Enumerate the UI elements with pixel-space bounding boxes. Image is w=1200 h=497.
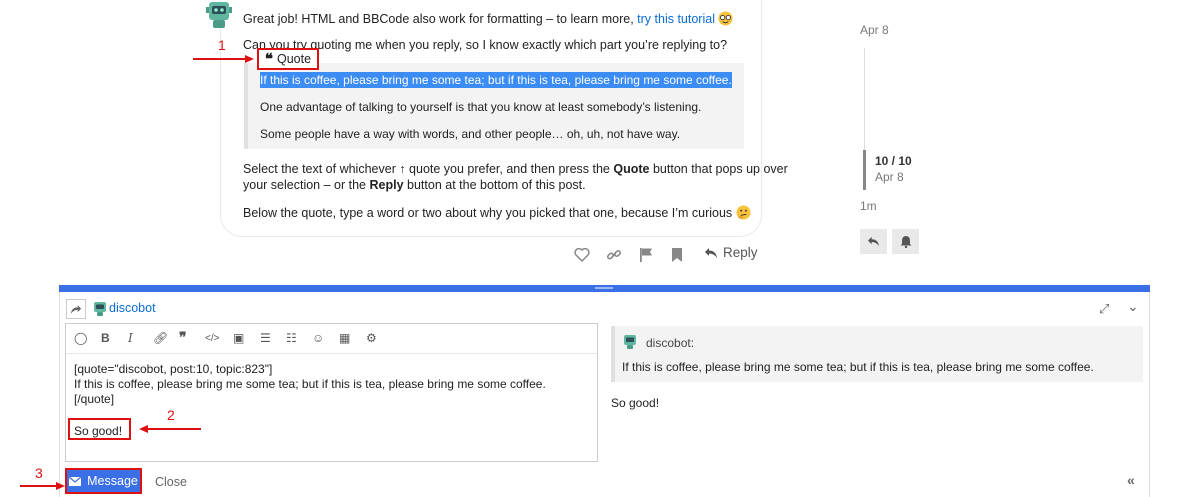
annotation-arrowhead-3	[56, 482, 65, 490]
quote-button-label: Quote	[277, 52, 312, 66]
instruction-text-a: Select the text of whichever ↑ quote you…	[243, 162, 610, 176]
bell-icon	[900, 236, 911, 248]
instruction-line-1: Select the text of whichever ↑ quote you…	[243, 162, 788, 176]
discobot-avatar[interactable]	[204, 0, 234, 30]
timeline-position: 10 / 10	[875, 154, 912, 168]
close-composer-link[interactable]: Close	[155, 475, 187, 489]
bold-icon[interactable]: B	[101, 331, 110, 345]
preview-quote-author: discobot:	[646, 336, 695, 350]
selected-quote-text[interactable]: If this is coffee, please bring me some …	[260, 72, 732, 88]
instruction-line-2: your selection – or the Reply button at …	[243, 178, 586, 192]
discobot-small-avatar	[94, 302, 106, 316]
reply-target-user[interactable]: discobot	[109, 301, 156, 315]
instruction-text-c: your selection – or the	[243, 178, 366, 192]
preview-reply-text: So good!	[611, 396, 660, 410]
quote-marks-icon: ❝	[264, 49, 273, 68]
post-intro-line: Great job! HTML and BBCode also work for…	[243, 11, 733, 26]
editor-line-quote-body: If this is coffee, please bring me some …	[74, 377, 546, 391]
emoji-icon[interactable]: ☺	[312, 331, 324, 345]
timeline-handle[interactable]	[863, 150, 866, 190]
blockquote-icon[interactable]: ❞	[179, 329, 187, 346]
quote-option-3[interactable]: Some people have a way with words, and o…	[260, 127, 680, 141]
reply-text-highlight	[68, 418, 131, 440]
annotation-number-3: 3	[35, 465, 43, 481]
editor-line-quote-close: [/quote]	[74, 392, 115, 406]
post-intro-text: Great job! HTML and BBCode also work for…	[243, 12, 634, 26]
preview-discobot-avatar	[624, 335, 636, 349]
editor-toolbar: ◯ B I 🔗︎ ❞ </> ▣ ☰ ☷ ☺ ▦ ⚙	[66, 324, 597, 354]
preview-quote-text: If this is coffee, please bring me some …	[622, 360, 1094, 374]
curious-line: Below the quote, type a word or two abou…	[243, 205, 751, 220]
curious-text: Below the quote, type a word or two abou…	[243, 206, 733, 220]
composer-action-button[interactable]	[66, 299, 86, 319]
instruction-reply-word: Reply	[369, 178, 404, 192]
send-message-label: Message	[87, 474, 138, 488]
link-icon[interactable]	[606, 247, 622, 263]
calendar-icon[interactable]: ▦	[339, 331, 350, 345]
reply-arrow-icon	[868, 236, 879, 247]
collapse-chevron-down-icon[interactable]: ⌄	[1127, 298, 1139, 315]
nerd-face-emoji-icon	[718, 11, 733, 26]
code-icon[interactable]: </>	[205, 333, 219, 344]
annotation-arrowhead-1	[245, 55, 254, 63]
quote-option-2[interactable]: One advantage of talking to yourself is …	[260, 100, 701, 114]
composer-editor[interactable]: ◯ B I 🔗︎ ❞ </> ▣ ☰ ☷ ☺ ▦ ⚙ [quote="disco…	[65, 323, 598, 462]
quote-options-block: If this is coffee, please bring me some …	[244, 63, 744, 149]
instruction-text-d: button at the bottom of this post.	[407, 178, 586, 192]
bulleted-list-icon[interactable]: ☰	[260, 331, 271, 345]
like-heart-icon[interactable]	[574, 247, 590, 262]
tutorial-link[interactable]: try this tutorial	[637, 12, 715, 26]
timeline-top-date[interactable]: Apr 8	[860, 23, 889, 37]
editor-line-quote-open: [quote="discobot, post:10, topic:823"]	[74, 362, 273, 376]
bookmark-icon[interactable]	[671, 247, 683, 263]
annotation-number-2: 2	[167, 407, 175, 423]
send-message-button[interactable]: Message	[65, 468, 142, 494]
post-reply-button[interactable]: Reply	[704, 245, 758, 260]
image-upload-icon[interactable]: ▣	[233, 331, 244, 345]
reply-arrow-icon	[705, 247, 717, 258]
flag-icon[interactable]	[639, 247, 653, 263]
share-arrow-icon	[70, 304, 82, 314]
gear-icon[interactable]: ⚙	[366, 331, 377, 345]
quote-option-1[interactable]: If this is coffee, please bring me some …	[260, 72, 732, 88]
speech-bubble-icon[interactable]: ◯	[74, 331, 87, 345]
composer-grip-handle[interactable]	[595, 287, 613, 289]
quote-popup-button[interactable]: ❝ Quote	[257, 48, 319, 70]
instruction-quote-word: Quote	[613, 162, 650, 176]
annotation-arrowhead-2	[139, 425, 148, 433]
timeline-age[interactable]: 1m	[860, 199, 877, 213]
notification-bell-button[interactable]	[892, 229, 919, 254]
timeline-current-date: Apr 8	[875, 170, 904, 184]
annotation-arrow-1	[193, 58, 245, 60]
instruction-text-b: button that pops up over	[652, 162, 788, 176]
fullscreen-expand-icon[interactable]: ⤢	[1099, 301, 1109, 317]
envelope-icon	[69, 476, 82, 486]
post-reply-label: Reply	[723, 245, 758, 260]
numbered-list-icon[interactable]: ☷	[286, 331, 297, 345]
annotation-arrow-2	[148, 428, 201, 430]
italic-icon[interactable]: I	[128, 331, 133, 345]
thinking-face-emoji-icon	[736, 205, 751, 220]
timeline-reply-button[interactable]	[860, 229, 887, 254]
hyperlink-icon[interactable]: 🔗︎	[153, 331, 168, 345]
annotation-arrow-3	[20, 485, 56, 487]
annotation-number-1: 1	[218, 37, 226, 53]
collapse-preview-icon[interactable]: «	[1127, 472, 1135, 488]
